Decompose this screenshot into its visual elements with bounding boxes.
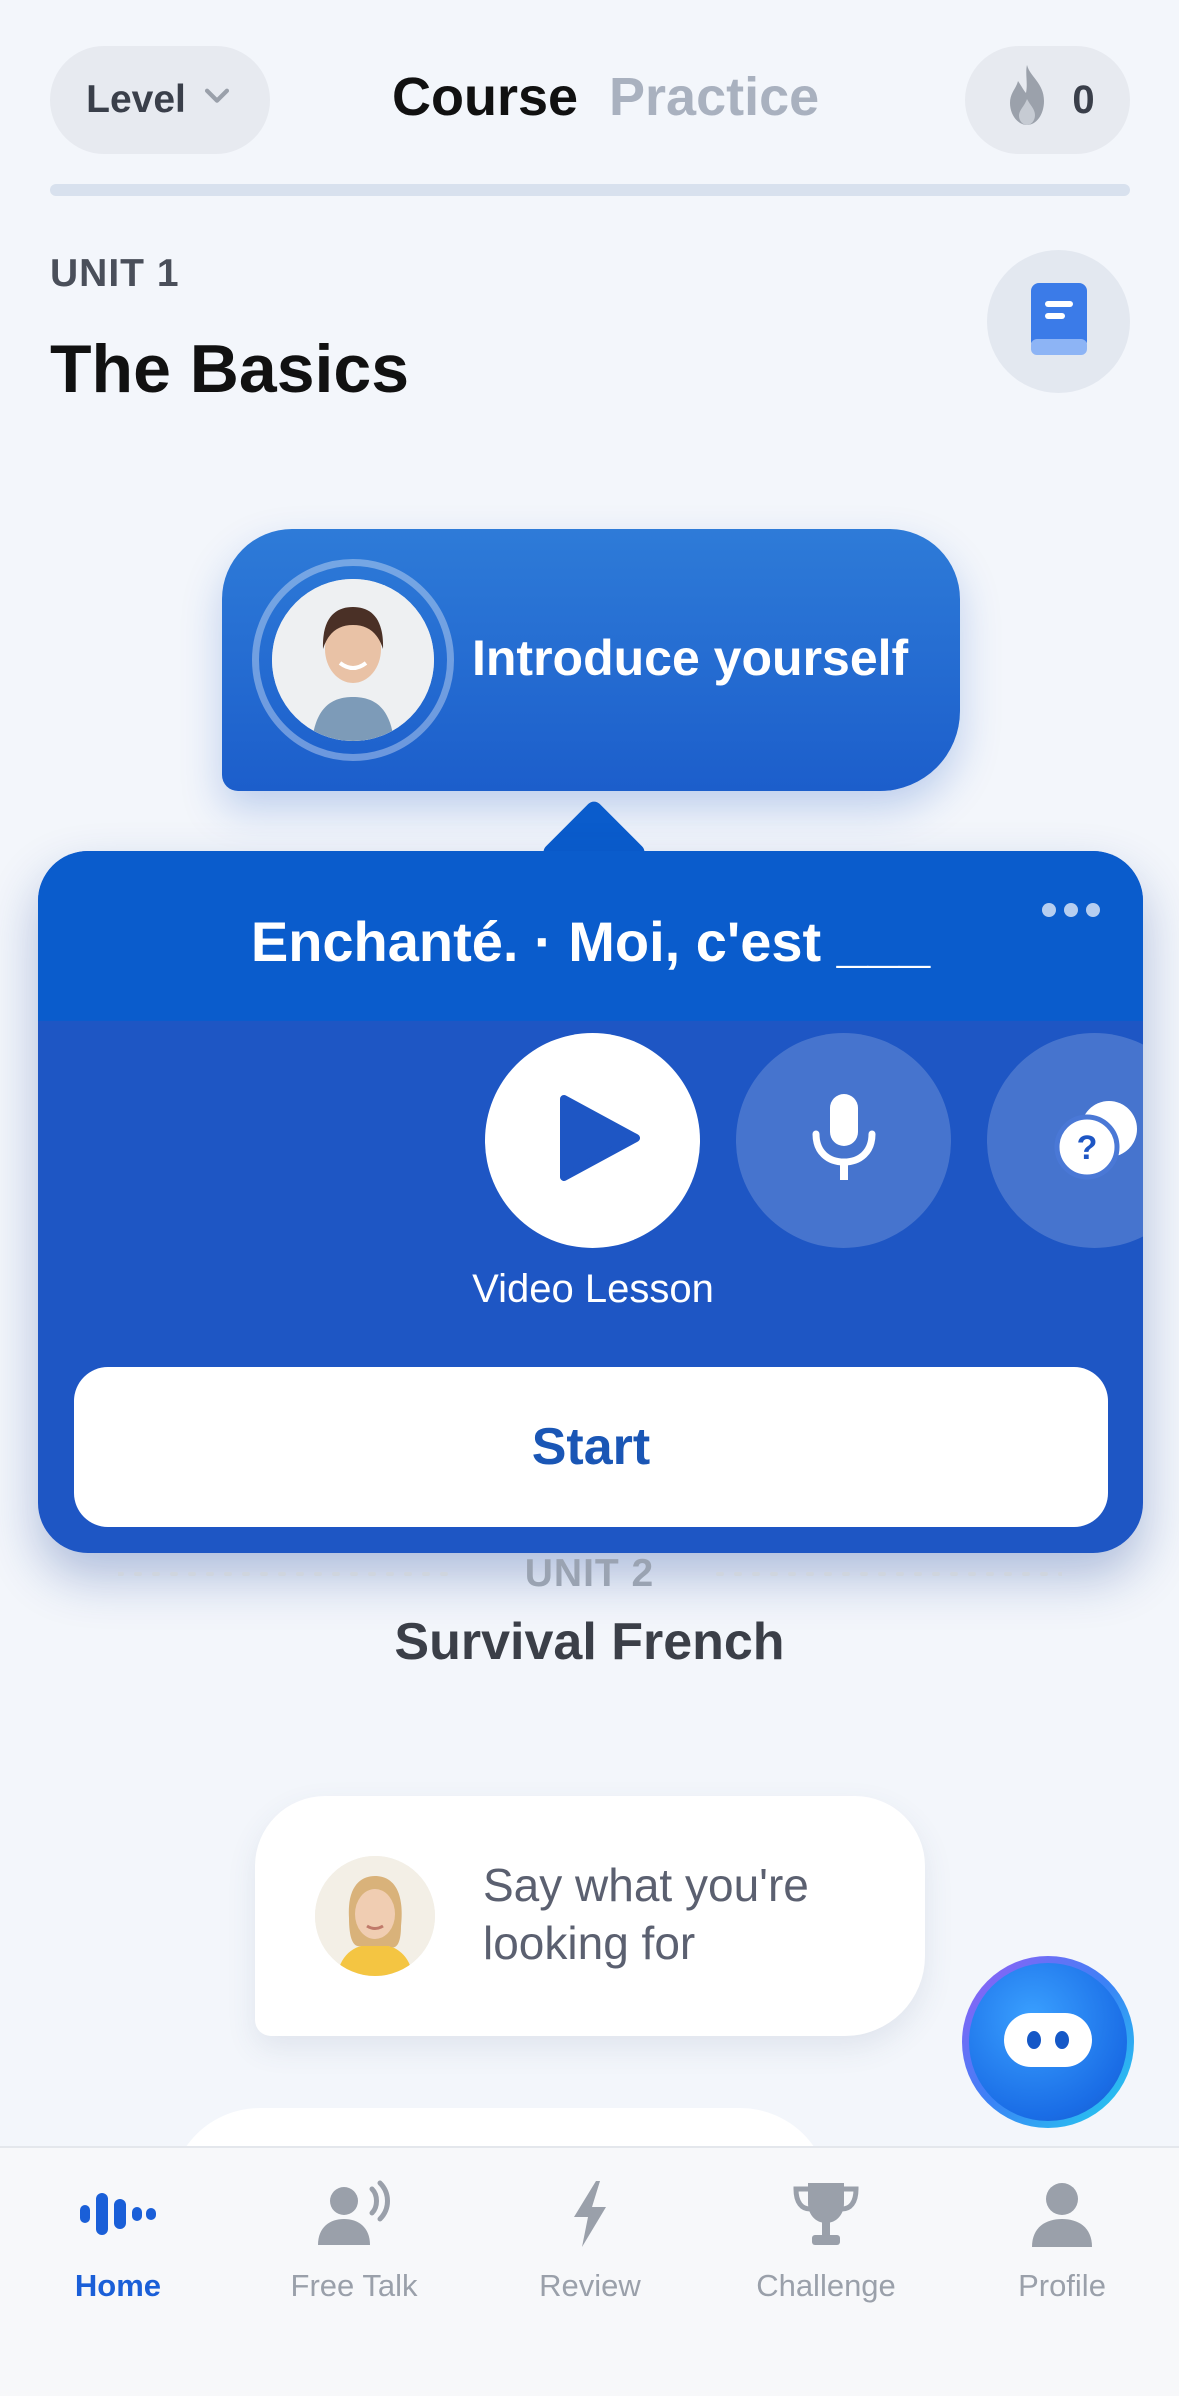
question-chat-button[interactable]: ?	[987, 1033, 1143, 1248]
unit-guide-button[interactable]	[987, 250, 1130, 393]
play-icon	[544, 1093, 642, 1188]
unit-title: The Basics	[50, 331, 410, 407]
tab-practice[interactable]: Practice	[609, 66, 819, 128]
trophy-icon	[781, 2178, 871, 2250]
lesson-node-title: Say what you're looking for	[483, 1859, 809, 1969]
nav-label: Free Talk	[290, 2268, 418, 2303]
tutor-avatar	[315, 1856, 435, 1976]
video-lesson-button[interactable]	[485, 1033, 700, 1248]
streak-counter[interactable]: 0	[965, 46, 1130, 154]
tutor-avatar	[272, 579, 434, 741]
popup-title: Enchanté. · Moi, c'est ___	[250, 910, 931, 973]
book-icon	[1027, 281, 1091, 362]
unit-label: UNIT 1	[50, 252, 180, 295]
lightning-icon	[545, 2178, 635, 2250]
nav-label: Challenge	[756, 2268, 896, 2303]
more-options-icon[interactable]	[1042, 903, 1100, 917]
bottom-navigation: Home Free Talk Review Challenge Profile	[0, 2146, 1179, 2396]
nav-label: Review	[539, 2268, 641, 2303]
lesson-node-say-what-youre-looking-for[interactable]: Say what you're looking for	[255, 1796, 925, 2036]
level-selector[interactable]: Level	[50, 46, 270, 154]
mode-label: Video Lesson	[472, 1267, 714, 1311]
flame-icon	[1000, 63, 1054, 137]
level-label: Level	[86, 78, 186, 121]
unit-label: UNIT 2	[524, 1552, 655, 1595]
nav-challenge[interactable]: Challenge	[708, 2148, 944, 2348]
chevron-down-icon	[200, 78, 234, 122]
nav-profile[interactable]: Profile	[944, 2148, 1179, 2348]
nav-label: Profile	[1018, 2268, 1106, 2303]
robot-face-icon	[1000, 2005, 1096, 2080]
assistant-avatar	[969, 1963, 1127, 2121]
unit-title: Survival French	[394, 1613, 785, 1671]
nav-home[interactable]: Home	[0, 2148, 236, 2348]
nav-label: Home	[74, 2268, 162, 2303]
start-button[interactable]: Start	[74, 1367, 1108, 1527]
nav-review[interactable]: Review	[472, 2148, 708, 2348]
microphone-icon	[808, 1090, 880, 1191]
soundwave-icon	[73, 2178, 163, 2250]
lesson-node-title: Introduce yourself	[472, 630, 909, 686]
speaking-person-icon	[309, 2178, 399, 2250]
lesson-popup: Enchanté. · Moi, c'est ___ ? Video Lesso…	[38, 851, 1143, 1553]
tab-course[interactable]: Course	[392, 66, 578, 128]
lesson-node-introduce-yourself[interactable]: Introduce yourself	[222, 529, 960, 791]
streak-count: 0	[1072, 77, 1095, 122]
speaking-practice-button[interactable]	[736, 1033, 951, 1248]
person-icon	[1017, 2178, 1107, 2250]
svg-text:?: ?	[1077, 1129, 1098, 1167]
course-progress-bar	[50, 184, 1130, 196]
nav-free-talk[interactable]: Free Talk	[236, 2148, 472, 2348]
ai-assistant-button[interactable]	[962, 1956, 1134, 2128]
